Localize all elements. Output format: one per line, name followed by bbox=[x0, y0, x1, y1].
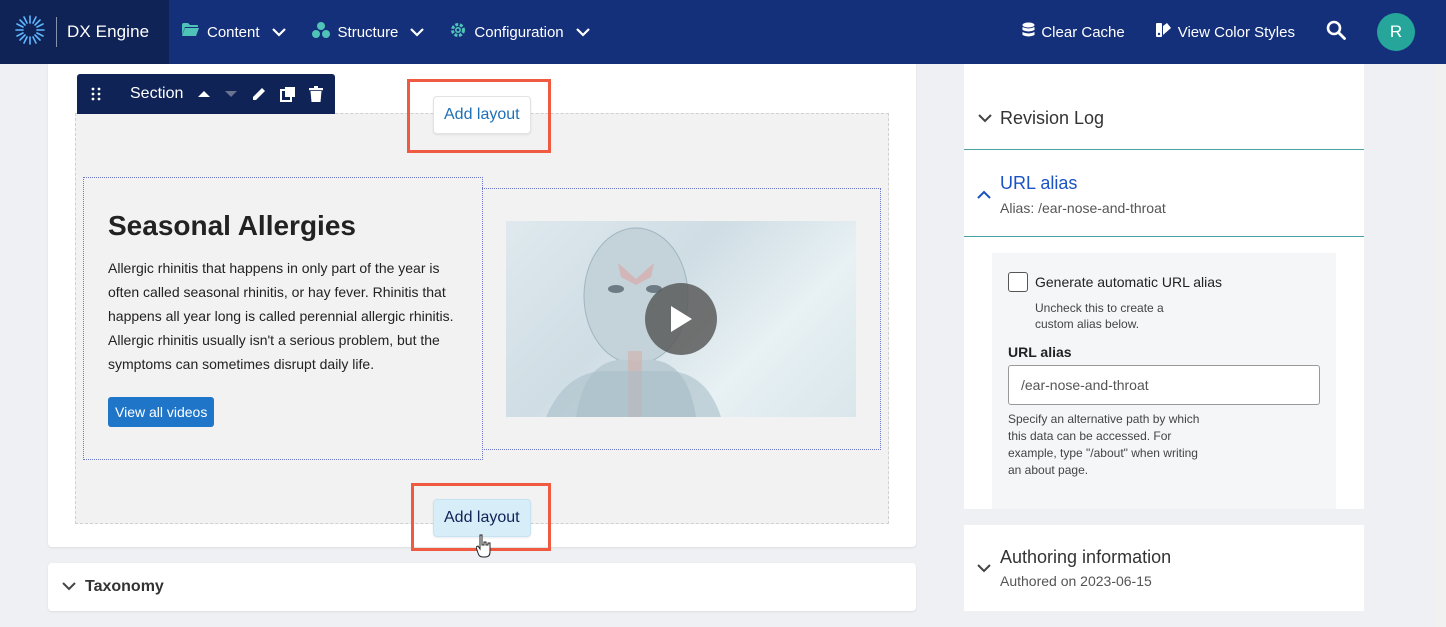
clear-cache-button[interactable]: Clear Cache bbox=[1022, 22, 1125, 42]
move-down-icon[interactable] bbox=[224, 90, 238, 98]
chevron-down-icon bbox=[575, 24, 590, 41]
nav-content[interactable]: Content bbox=[182, 23, 286, 41]
nav-content-label: Content bbox=[207, 23, 260, 41]
video-player[interactable] bbox=[506, 221, 856, 417]
generate-alias-checkbox[interactable] bbox=[1008, 272, 1028, 292]
section-label: Section bbox=[130, 85, 184, 102]
database-icon bbox=[1022, 22, 1035, 42]
view-all-videos-button[interactable]: View all videos bbox=[108, 397, 215, 427]
brand-divider bbox=[56, 17, 57, 47]
chevron-down-icon bbox=[410, 24, 425, 41]
highlight-top-frame bbox=[407, 79, 551, 153]
main-nav: Content Structure Configuration bbox=[182, 22, 616, 42]
folder-icon bbox=[182, 23, 199, 41]
nav-configuration[interactable]: Configuration bbox=[450, 22, 590, 42]
clear-cache-label: Clear Cache bbox=[1041, 23, 1125, 41]
url-alias-input[interactable] bbox=[1008, 365, 1320, 405]
drag-handle-icon[interactable] bbox=[91, 87, 101, 101]
duplicate-icon[interactable] bbox=[280, 86, 296, 102]
search-icon bbox=[1326, 20, 1346, 44]
revision-log-toggle[interactable]: Revision Log bbox=[964, 88, 1364, 150]
play-button[interactable] bbox=[645, 283, 717, 355]
taxonomy-label: Taxonomy bbox=[85, 578, 164, 595]
brand[interactable]: DX Engine bbox=[0, 0, 169, 64]
structure-icon bbox=[311, 22, 330, 42]
chevron-down-icon bbox=[977, 560, 991, 578]
chevron-down-icon bbox=[62, 578, 76, 596]
nav-configuration-label: Configuration bbox=[474, 23, 564, 41]
content-body: Allergic rhinitis that happens in only p… bbox=[108, 260, 454, 372]
nav-structure[interactable]: Structure bbox=[311, 22, 425, 42]
authoring-summary: Authored on 2023-06-15 bbox=[1000, 573, 1152, 589]
url-alias-field-description: Specify an alternative path by which thi… bbox=[1008, 412, 1200, 477]
brand-name: DX Engine bbox=[67, 22, 150, 41]
url-alias-field-label: URL alias bbox=[1008, 344, 1072, 360]
chevron-down-icon bbox=[978, 110, 992, 128]
nav-structure-label: Structure bbox=[337, 23, 399, 41]
search-button[interactable] bbox=[1326, 20, 1346, 44]
revision-log-label: Revision Log bbox=[1000, 108, 1105, 128]
hand-cursor-icon bbox=[475, 534, 492, 563]
view-color-styles-button[interactable]: View Color Styles bbox=[1155, 22, 1295, 42]
chevron-down-icon bbox=[271, 24, 286, 41]
url-alias-title: URL alias bbox=[1000, 173, 1078, 193]
url-alias-summary: Alias: /ear-nose-and-throat bbox=[1000, 200, 1166, 216]
gear-icon bbox=[450, 22, 466, 42]
delete-icon[interactable] bbox=[309, 86, 324, 102]
edit-icon[interactable] bbox=[251, 86, 267, 102]
move-up-icon[interactable] bbox=[197, 90, 211, 98]
section-toolbar: Section bbox=[77, 74, 335, 114]
chevron-up-icon bbox=[977, 186, 991, 204]
taxonomy-panel[interactable]: Taxonomy bbox=[48, 563, 916, 611]
avatar[interactable]: R bbox=[1377, 13, 1415, 51]
right-tools: Clear Cache View Color Styles R bbox=[1022, 0, 1446, 64]
generate-alias-label[interactable]: Generate automatic URL alias bbox=[1035, 274, 1222, 290]
generate-alias-description: Uncheck this to create a custom alias be… bbox=[1035, 301, 1164, 331]
url-alias-toggle[interactable]: URL alias Alias: /ear-nose-and-throat bbox=[964, 151, 1364, 237]
view-color-styles-label: View Color Styles bbox=[1177, 23, 1295, 41]
authoring-information-toggle[interactable]: Authoring information Authored on 2023-0… bbox=[964, 525, 1364, 611]
top-navigation-bar: DX Engine Content Structure Configuratio… bbox=[0, 0, 1446, 64]
page-scrollbar[interactable] bbox=[1436, 64, 1446, 627]
logo-icon bbox=[14, 14, 46, 51]
content-title: Seasonal Allergies bbox=[108, 210, 356, 241]
authoring-title: Authoring information bbox=[1000, 547, 1172, 567]
palette-icon bbox=[1155, 22, 1172, 42]
